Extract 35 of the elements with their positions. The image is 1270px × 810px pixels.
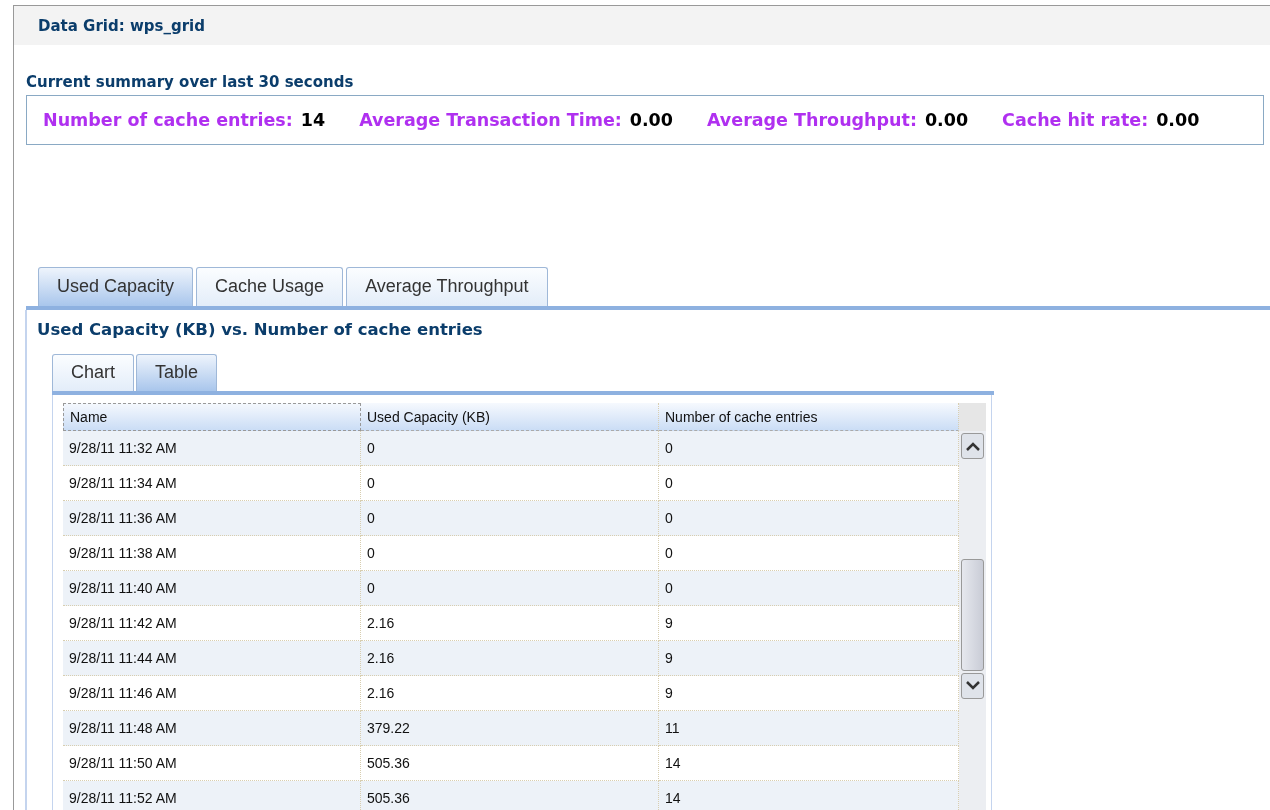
metric-value: 14 — [300, 110, 326, 130]
metric-label: Cache hit rate: — [1002, 110, 1149, 130]
tab[interactable]: Average Throughput — [346, 267, 548, 306]
table-cell: 0 — [361, 431, 659, 466]
panel-title: Used Capacity (KB) vs. Number of cache entries — [36, 319, 484, 339]
scroll-up-button[interactable] — [961, 433, 984, 459]
tab[interactable]: Chart — [52, 354, 134, 391]
table-cell: 9/28/11 11:48 AM — [63, 711, 361, 746]
metric-label: Average Throughput: — [706, 110, 917, 130]
tab[interactable]: Cache Usage — [196, 267, 344, 306]
table-cell: 9/28/11 11:40 AM — [63, 571, 361, 606]
table-cell: 2.16 — [361, 641, 659, 676]
scroll-thumb[interactable] — [961, 559, 984, 671]
metric-label: Number of cache entries: — [43, 110, 293, 130]
page-title: Data Grid: wps_grid — [38, 16, 205, 35]
table-cell: 505.36 — [361, 781, 659, 810]
tab[interactable]: Table — [136, 354, 218, 391]
scrollbar-corner — [959, 403, 986, 431]
tab[interactable]: Used Capacity — [38, 267, 194, 306]
table-cell: 379.22 — [361, 711, 659, 746]
summary-title: Current summary over last 30 seconds — [26, 73, 355, 91]
scrollbar[interactable] — [959, 403, 986, 810]
chevron-up-icon — [964, 441, 981, 451]
metric-value: 0.00 — [629, 110, 673, 130]
table-cell: 9/28/11 11:44 AM — [63, 641, 361, 676]
table-cell: 0 — [361, 571, 659, 606]
metric-value: 0.00 — [924, 110, 969, 130]
table-cell: 9/28/11 11:52 AM — [63, 781, 361, 810]
table-cell: 9/28/11 11:36 AM — [63, 501, 361, 536]
table-cell: 0 — [361, 501, 659, 536]
metric-value: 0.00 — [1156, 110, 1200, 130]
table-cell: 9/28/11 11:32 AM — [63, 431, 361, 466]
metric-label: Average Transaction Time: — [359, 110, 622, 130]
scroll-down-button[interactable] — [961, 673, 984, 699]
chevron-down-icon — [964, 681, 981, 691]
